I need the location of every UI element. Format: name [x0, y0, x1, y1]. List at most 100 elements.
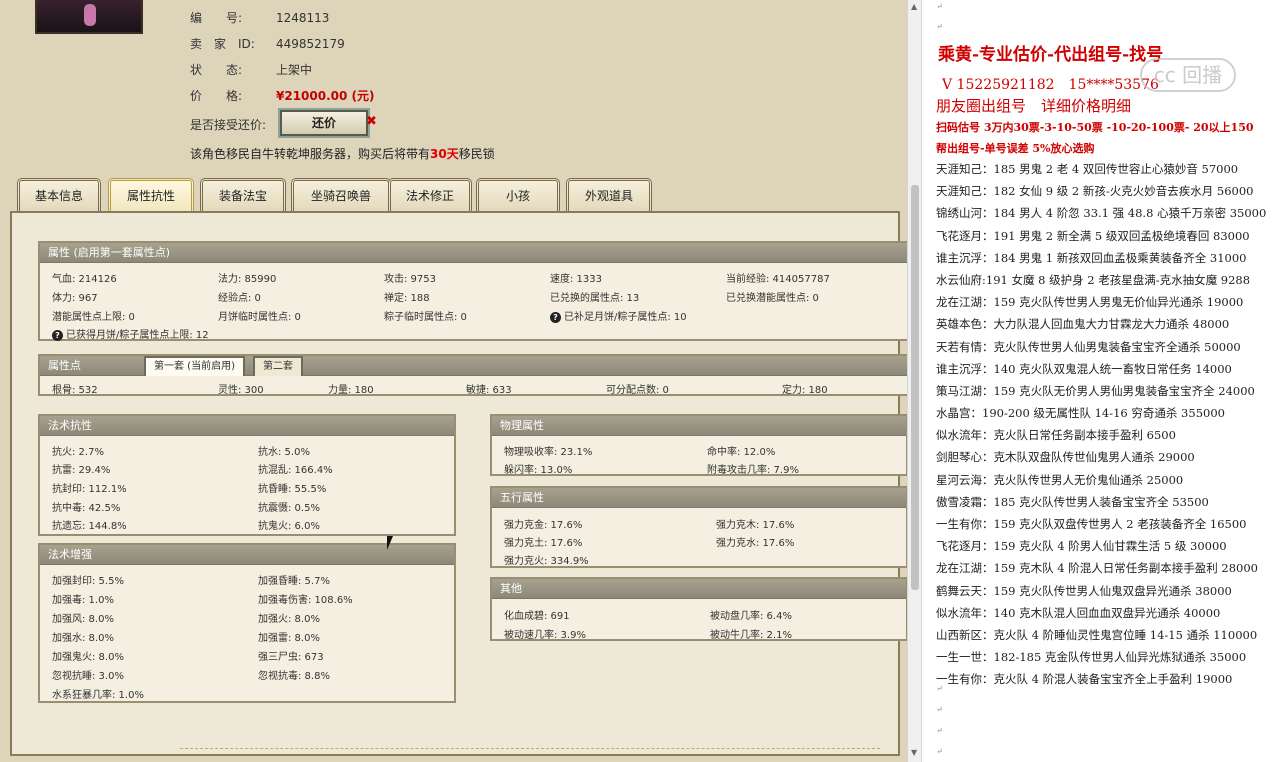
points-box: 属性点 第一套 (当前启用) 第二套 根骨: 532 灵性: 300 力量: 1… — [38, 354, 907, 396]
list-item: 锦绣山河：184 男人 4 阶忽 33.1 强 48.8 心猿千万亲密 3500… — [936, 206, 1267, 221]
boost-cell: 加强鬼火: 8.0% — [52, 652, 124, 663]
other-box: 其他 化血成碧: 691 被动盘几率: 6.4% 被动速几率: 3.9% 被动牛… — [490, 577, 907, 641]
physical-box: 物理属性 物理吸收率: 23.1% 命中率: 12.0% 躲闪率: 13.0% … — [490, 414, 907, 476]
list-item: 天涯知己：185 男鬼 2 老 4 双回传世容止心猿妙音 57000 — [936, 162, 1239, 176]
boost-cell: 加强水: 8.0% — [52, 633, 114, 644]
attr-cell: 体力: 967 — [52, 293, 98, 304]
list-item: 鹤舞云天：159 克火队传世男人仙鬼双盘异光通杀 38000 — [936, 583, 1232, 598]
list-item: 飞花逐月：191 男鬼 2 新全满 5 级双回孟极绝境春回 83000 — [936, 228, 1250, 243]
doc-line4: 帮出组号-单号误差 5%放心选购 — [936, 142, 1095, 155]
seller-id-row: 卖 家 ID: 449852179 — [190, 37, 345, 51]
attr-cell: 潜能属性点上限: 0 — [52, 312, 135, 323]
tab-mounts-pets[interactable]: 坐骑召唤兽 — [291, 178, 391, 212]
list-item: 龙在江湖：159 克木队 4 阶混人日常任务副本接手盈利 28000 — [936, 561, 1258, 576]
boost-cell: 加强毒伤害: 108.6% — [258, 595, 353, 606]
physical-cell: 命中率: 12.0% — [707, 447, 776, 458]
five-elements-box: 五行属性 强力克金: 17.6% 强力克木: 17.6% 强力克土: 17.6%… — [490, 486, 907, 568]
five-cell: 强力克火: 334.9% — [504, 556, 589, 567]
boost-cell: 加强毒: 1.0% — [52, 595, 114, 606]
price-row: 价 格: ¥21000.00 (元) — [190, 89, 375, 103]
other-cell: 化血成碧: 691 — [504, 611, 570, 622]
doc-line2: 朋友圈出组号 详细价格明细 — [936, 97, 1132, 115]
boost-cell: 加强昏睡: 5.7% — [258, 576, 330, 587]
point-cell: 灵性: 300 — [218, 385, 264, 396]
boost-cell: 水系狂暴几率: 1.0% — [52, 690, 144, 701]
resist-cell: 抗震慑: 0.5% — [258, 503, 320, 514]
point-cell: 定力: 180 — [782, 385, 828, 396]
attr-cell: 经验点: 0 — [218, 293, 261, 304]
boost-cell: 忽视抗毒: 8.8% — [258, 671, 330, 682]
tab-spell-mods[interactable]: 法术修正 — [388, 178, 472, 212]
price-value: ¥21000.00 (元) — [276, 89, 375, 103]
resist-cell: 抗雷: 29.4% — [52, 465, 111, 476]
point-cell: 可分配点数: 0 — [606, 385, 669, 396]
tab-basic-info[interactable]: 基本信息 — [17, 178, 101, 212]
point-cell: 力量: 180 — [328, 385, 374, 396]
physical-cell: 附毒攻击几率: 7.9% — [707, 465, 799, 476]
list-item: 谁主沉浮：184 男鬼 1 新孩双回血孟极乘黄装备齐全 31000 — [936, 250, 1247, 265]
resist-cell: 抗封印: 112.1% — [52, 484, 127, 495]
scrollbar-thumb[interactable] — [911, 185, 919, 590]
other-header: 其他 — [492, 579, 906, 599]
resist-cell: 抗遗忘: 144.8% — [52, 521, 127, 532]
list-item: 天涯知己：182 女仙 9 级 2 新孩-火克火妙音去疾水月 56000 — [936, 184, 1254, 199]
list-item: 水云仙府:191 女魔 8 级护身 2 老孩星盘满-克水抽女魔 9288 — [936, 272, 1251, 287]
attr-cell: 禅定: 188 — [384, 293, 430, 304]
point-cell: 敏捷: 633 — [466, 385, 512, 396]
tab-bar: 基本信息 属性抗性 装备法宝 坐骑召唤兽 法术修正 小孩 外观道具 — [17, 178, 897, 212]
resist-cell: 抗火: 2.7% — [52, 447, 104, 458]
watermark-logo: cc 回播 — [1140, 58, 1236, 92]
attr-cell: 已兑换潜能属性点: 0 — [726, 293, 819, 304]
scroll-down-icon[interactable]: ▼ — [911, 748, 917, 757]
list-item: 谁主沉浮：140 克火队双鬼混人统一畜牧日常任务 14000 — [936, 361, 1232, 376]
paragraph-mark: ↵ — [936, 747, 943, 756]
attributes-panel: 属性 (启用第一套属性点) 气血: 214126 法力: 85990 攻击: 9… — [10, 211, 907, 756]
listing-id-row: 编 号: 1248113 — [190, 11, 330, 25]
spell-resist-header: 法术抗性 — [40, 416, 454, 436]
boost-cell: 强三尸虫: 673 — [258, 652, 324, 663]
character-avatar — [35, 0, 143, 34]
doc-line3: 扫码估号 3万内30票-3-10-50票 -10-20-100票- 20以上15… — [936, 121, 1254, 134]
point-cell: 根骨: 532 — [52, 385, 98, 396]
attr-cell: 已兑换的属性点: 13 — [550, 293, 640, 304]
offer-label: 是否接受还价: — [190, 118, 267, 132]
physical-cell: 躲闪率: 13.0% — [504, 465, 573, 476]
close-icon[interactable]: ✖ — [366, 114, 377, 129]
list-item: 一生有你：159 克火队双盘传世男人 2 老孩装备齐全 16500 — [936, 517, 1247, 531]
other-cell: 被动牛几率: 2.1% — [710, 630, 792, 641]
boost-cell: 加强火: 8.0% — [258, 614, 320, 625]
list-item: 傲雪凌霜：185 克火队传世男人装备宝宝齐全 53500 — [936, 494, 1209, 509]
five-cell: 强力克木: 17.6% — [716, 520, 795, 531]
attr-cell: 攻击: 9753 — [384, 274, 436, 285]
attr-cell: 当前经验: 414057787 — [726, 274, 830, 285]
paragraph-mark: ↵ — [936, 726, 943, 735]
question-icon[interactable]: ? — [52, 330, 63, 341]
vertical-scrollbar[interactable]: ▲ ▼ — [907, 0, 921, 762]
paragraph-mark: ↵ — [936, 684, 943, 693]
attr-cell: 月饼临时属性点: 0 — [218, 312, 301, 323]
doc-phone: V 15225921182 15****53576 — [942, 77, 1159, 93]
tab-appearance[interactable]: 外观道具 — [566, 178, 652, 212]
paragraph-mark: ↵ — [936, 2, 943, 11]
list-item: 似水流年：140 克木队混人回血血双盘异光通杀 40000 — [936, 605, 1221, 620]
spell-resist-box: 法术抗性 抗火: 2.7% 抗水: 5.0% 抗雷: 29.4% 抗混乱: 16… — [38, 414, 456, 536]
boost-cell: 加强封印: 5.5% — [52, 576, 124, 587]
resist-cell: 抗混乱: 166.4% — [258, 465, 333, 476]
question-icon[interactable]: ? — [550, 312, 561, 323]
tab-children[interactable]: 小孩 — [476, 178, 560, 212]
list-item: 水晶宫：190-200 级无属性队 14-16 穷奇通杀 355000 — [936, 406, 1225, 421]
list-item: 龙在江湖：159 克火队传世男人男鬼无价仙异光通杀 19000 — [936, 295, 1244, 310]
tab-attributes[interactable]: 属性抗性 — [108, 178, 194, 212]
points-set-2-tab[interactable]: 第二套 — [253, 356, 303, 376]
counter-offer-button[interactable]: 还价 — [280, 110, 368, 136]
points-set-1-tab[interactable]: 第一套 (当前启用) — [144, 356, 245, 376]
five-cell: 强力克土: 17.6% — [504, 538, 583, 549]
list-item: 似水流年：克火队日常任务副本接手盈利 6500 — [936, 428, 1176, 443]
physical-header: 物理属性 — [492, 416, 906, 436]
attribute-header: 属性 (启用第一套属性点) — [40, 243, 907, 263]
list-item: 山西新区：克火队 4 阶睡仙灵性鬼宫位睡 14-15 通杀 110000 — [936, 627, 1258, 642]
scroll-up-icon[interactable]: ▲ — [911, 2, 917, 11]
tab-equipment[interactable]: 装备法宝 — [200, 178, 286, 212]
attr-cell: 气血: 214126 — [52, 274, 117, 285]
spell-boost-box: 法术增强 加强封印: 5.5% 加强昏睡: 5.7% 加强毒: 1.0% 加强毒… — [38, 543, 456, 703]
